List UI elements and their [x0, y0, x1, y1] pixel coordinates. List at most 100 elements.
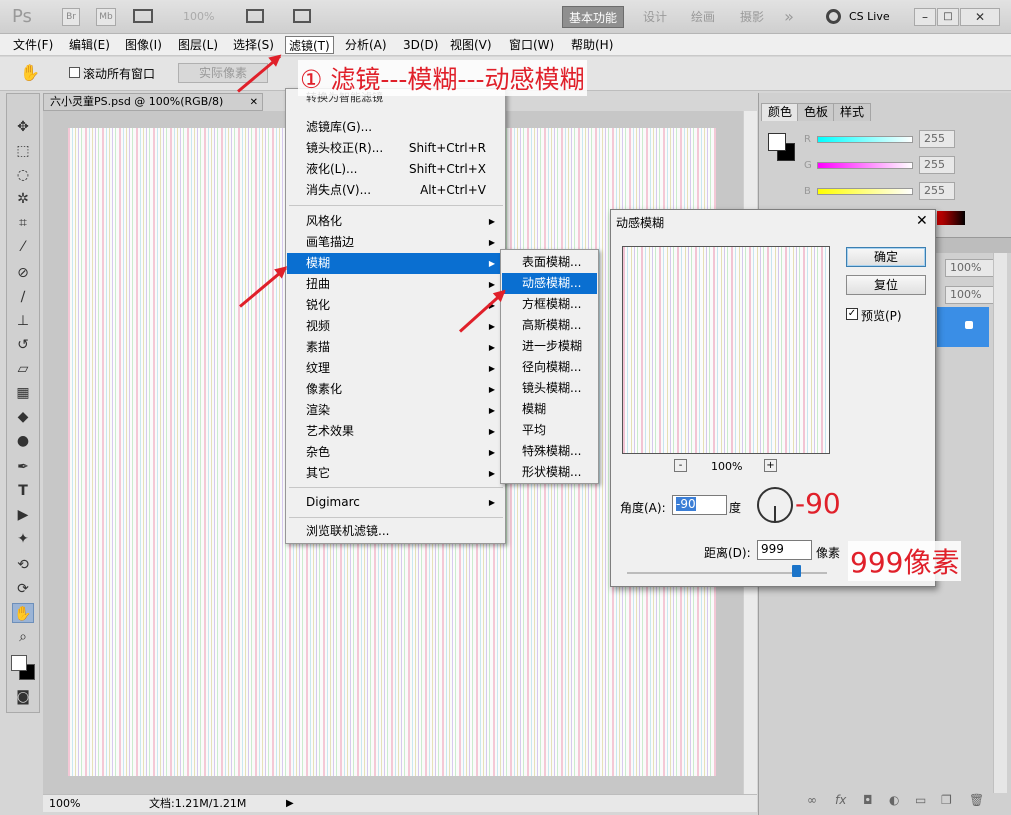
cs-live-menu[interactable]: CS Live [849, 10, 890, 23]
distance-slider-handle[interactable] [792, 565, 801, 577]
menu-item-lens-correction[interactable]: 镜头校正(R)... Shift+Ctrl+R [287, 138, 504, 159]
submenu-item-shape-blur[interactable]: 形状模糊... [502, 462, 597, 483]
tab-color[interactable]: 颜色 [761, 103, 800, 121]
workspace-design[interactable]: 设计 [640, 6, 670, 28]
menu-item-distort[interactable]: 扭曲 ▶ [287, 274, 504, 295]
eyedropper-tool-icon[interactable]: ⁄ [12, 237, 34, 257]
close-tab-icon[interactable]: ✕ [250, 95, 258, 111]
zoom-tool-icon[interactable]: ⌕ [12, 627, 34, 647]
menu-select[interactable]: 选择(S) [230, 36, 277, 54]
status-menu-arrow-icon[interactable]: ▶ [286, 796, 294, 812]
menu-help[interactable]: 帮助(H) [568, 36, 616, 54]
menu-item-render[interactable]: 渲染 ▶ [287, 400, 504, 421]
eraser-tool-icon[interactable]: ▱ [12, 359, 34, 379]
ok-button[interactable]: 确定 [846, 247, 926, 267]
hand-tool-preset-icon[interactable]: ✋ [20, 63, 40, 82]
dialog-close-icon[interactable]: ✕ [916, 213, 928, 229]
angle-input[interactable]: -90 [672, 495, 727, 515]
menu-item-blur[interactable]: 模糊 ▶ [287, 253, 504, 274]
zoom-out-button[interactable]: - [674, 459, 687, 472]
3d-rotate-tool-icon[interactable]: ⟲ [12, 555, 34, 575]
menu-image[interactable]: 图像(I) [122, 36, 165, 54]
menu-item-pixelate[interactable]: 像素化 ▶ [287, 379, 504, 400]
channel-g-slider[interactable] [817, 162, 913, 169]
menu-item-texture[interactable]: 纹理 ▶ [287, 358, 504, 379]
menu-window[interactable]: 窗口(W) [506, 36, 557, 54]
channel-b-slider[interactable] [817, 188, 913, 195]
menu-view[interactable]: 视图(V) [447, 36, 495, 54]
gradient-tool-icon[interactable]: ▦ [12, 383, 34, 403]
maximize-button[interactable]: □ [937, 8, 959, 26]
group-icon[interactable]: ▭ [915, 793, 926, 807]
move-tool-icon[interactable]: ✥ [12, 117, 34, 137]
bridge-button[interactable]: Br [62, 8, 80, 26]
workspace-photography[interactable]: 摄影 [737, 6, 767, 28]
distance-input[interactable]: 999 [757, 540, 812, 560]
brush-tool-icon[interactable]: ∕ [12, 287, 34, 307]
submenu-item-blur-more[interactable]: 进一步模糊 [502, 336, 597, 357]
submenu-item-blur[interactable]: 模糊 [502, 399, 597, 420]
adjustment-icon[interactable]: ◐ [889, 793, 899, 807]
submenu-item-surface-blur[interactable]: 表面模糊... [502, 252, 597, 273]
menu-analysis[interactable]: 分析(A) [342, 36, 390, 54]
shape-tool-icon[interactable]: ✦ [12, 529, 34, 549]
channel-r-value[interactable]: 255 [919, 130, 955, 148]
preview-checkbox[interactable]: ✓ [846, 308, 858, 320]
panel-foreground-swatch[interactable] [768, 133, 786, 151]
scroll-all-checkbox[interactable] [69, 67, 80, 78]
blur-tool-icon[interactable]: ◆ [12, 407, 34, 427]
crop-tool-icon[interactable]: ⌗ [12, 213, 34, 233]
menu-item-sharpen[interactable]: 锐化 ▶ [287, 295, 504, 316]
angle-dial[interactable] [757, 487, 793, 523]
fx-icon[interactable]: fx [835, 793, 846, 807]
mini-bridge-button[interactable]: Mb [96, 8, 116, 26]
quick-select-tool-icon[interactable]: ✲ [12, 189, 34, 209]
submenu-item-smart-blur[interactable]: 特殊模糊... [502, 441, 597, 462]
type-tool-icon[interactable]: T [12, 481, 34, 501]
menu-item-artistic[interactable]: 艺术效果 ▶ [287, 421, 504, 442]
menu-item-liquify[interactable]: 液化(L)... Shift+Ctrl+X [287, 159, 504, 180]
tab-swatches[interactable]: 色板 [797, 103, 836, 121]
cs-live-icon[interactable] [826, 9, 841, 24]
new-layer-icon[interactable]: ❐ [941, 793, 952, 807]
menu-item-sketch[interactable]: 素描 ▶ [287, 337, 504, 358]
menu-file[interactable]: 文件(F) [10, 36, 56, 54]
trash-icon[interactable]: 🗑 [969, 793, 984, 807]
hand-tool-icon[interactable]: ✋ [12, 603, 34, 623]
channel-g-value[interactable]: 255 [919, 156, 955, 174]
menu-item-other[interactable]: 其它 ▶ [287, 463, 504, 484]
tab-styles[interactable]: 样式 [833, 103, 872, 121]
submenu-item-average[interactable]: 平均 [502, 420, 597, 441]
healing-brush-icon[interactable]: ⊘ [12, 263, 34, 283]
submenu-item-lens-blur[interactable]: 镜头模糊... [502, 378, 597, 399]
zoom-in-button[interactable]: + [764, 459, 777, 472]
menu-3d[interactable]: 3D(D) [400, 36, 441, 54]
menu-item-vanishing-point[interactable]: 消失点(V)... Alt+Ctrl+V [287, 180, 504, 201]
minimize-button[interactable]: – [914, 8, 936, 26]
quick-mask-icon[interactable]: ◙ [12, 687, 34, 707]
preview-window[interactable] [622, 246, 830, 454]
menu-item-digimarc[interactable]: Digimarc ▶ [287, 492, 504, 513]
marquee-tool-icon[interactable]: ⬚ [12, 141, 34, 161]
workspace-painting[interactable]: 绘画 [688, 6, 718, 28]
3d-orbit-tool-icon[interactable]: ⟳ [12, 579, 34, 599]
actual-pixels-button[interactable]: 实际像素 [178, 63, 268, 83]
reset-button[interactable]: 复位 [846, 275, 926, 295]
submenu-item-motion-blur[interactable]: 动感模糊... [502, 273, 597, 294]
lasso-tool-icon[interactable]: ◌ [12, 165, 34, 185]
menu-item-browse-online[interactable]: 浏览联机滤镜... [287, 521, 504, 542]
workspace-essentials[interactable]: 基本功能 [562, 6, 624, 28]
menu-item-noise[interactable]: 杂色 ▶ [287, 442, 504, 463]
menu-item-filter-gallery[interactable]: 滤镜库(G)... [287, 117, 504, 138]
pen-tool-icon[interactable]: ✒ [12, 457, 34, 477]
channel-b-value[interactable]: 255 [919, 182, 955, 200]
submenu-item-box-blur[interactable]: 方框模糊... [502, 294, 597, 315]
channel-r-slider[interactable] [817, 136, 913, 143]
status-zoom[interactable]: 100% [49, 796, 80, 812]
selected-layer-row[interactable] [937, 307, 989, 347]
link-layers-icon[interactable]: ∞ [807, 793, 817, 807]
mask-icon[interactable]: ◘ [863, 793, 873, 807]
arrange-icon[interactable] [246, 9, 264, 23]
layers-scrollbar[interactable] [993, 253, 1007, 793]
dodge-tool-icon[interactable]: ● [12, 431, 34, 451]
